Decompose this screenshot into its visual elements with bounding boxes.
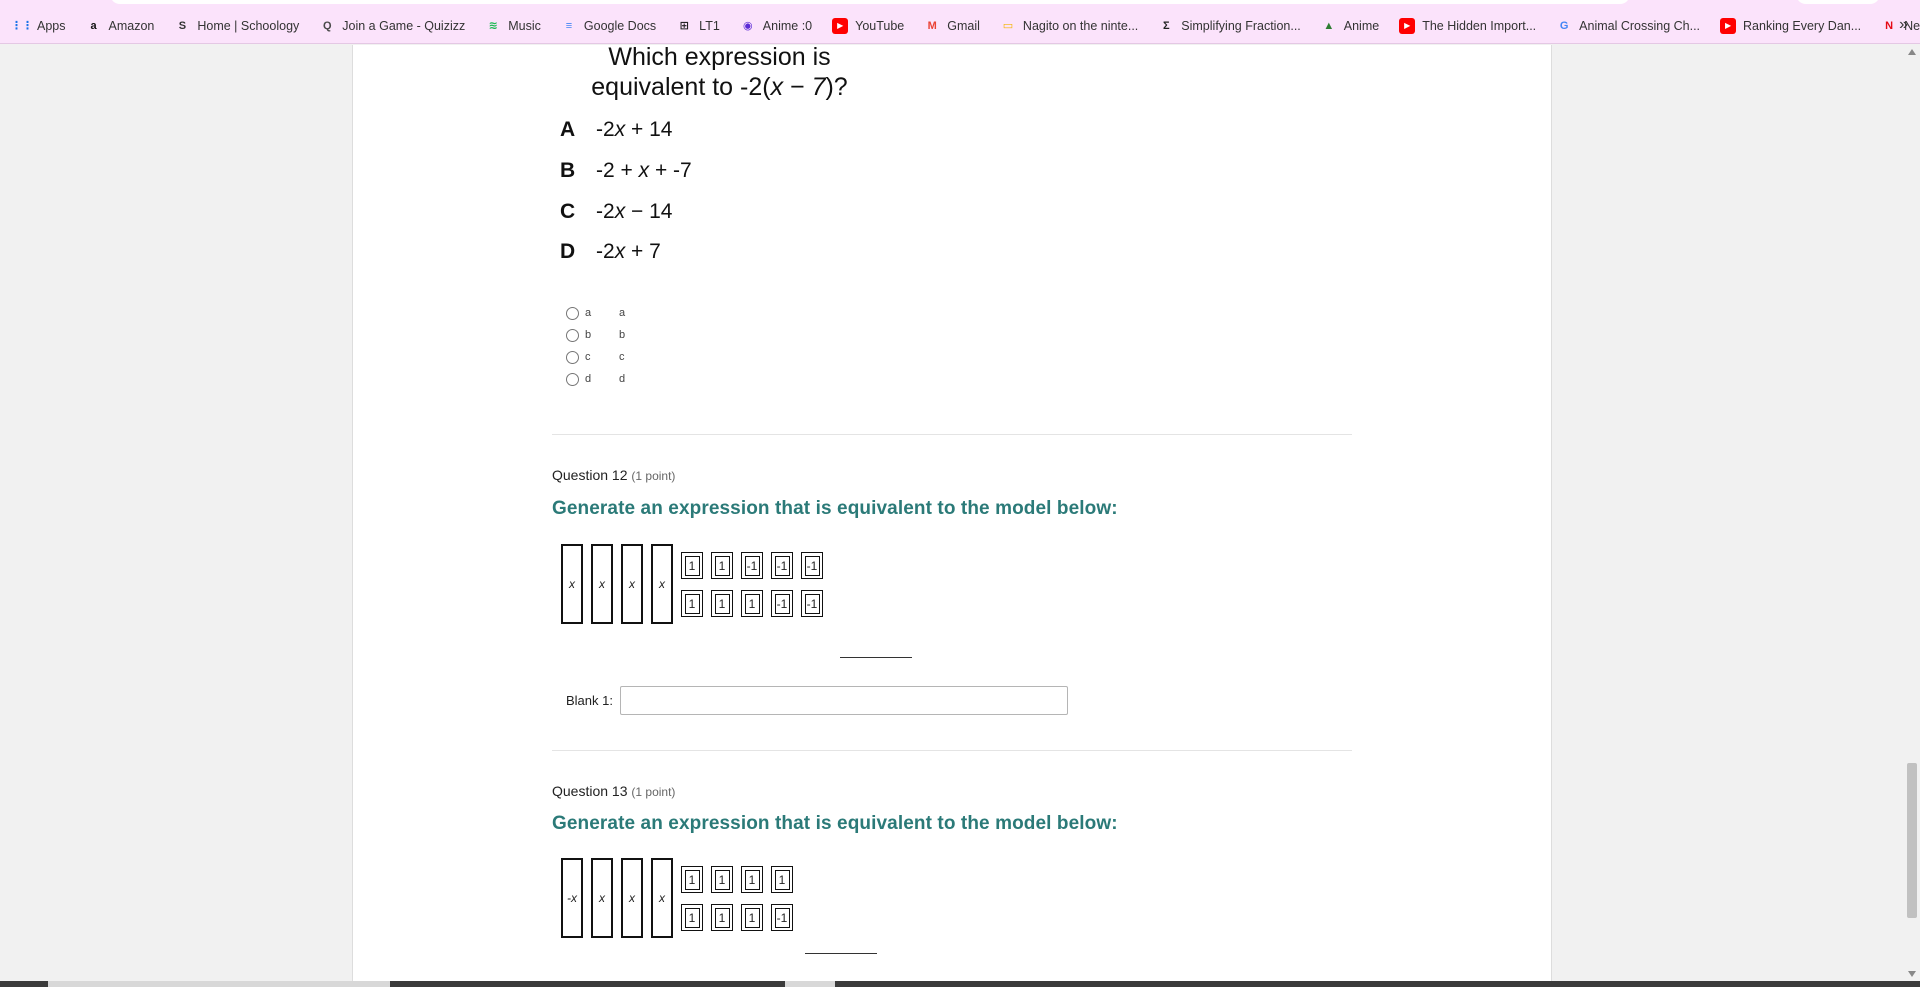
- unit-tile: 1: [711, 904, 733, 931]
- question-13-prompt: Generate an expression that is equivalen…: [552, 813, 1118, 834]
- bookmarks-bar: ⋮⋮ Apps a Amazon S Home | Schoology Q Join a Ga…: [0, 8, 1920, 44]
- option-a: A -2x + 14: [560, 118, 673, 141]
- option-c: C -2x − 14: [560, 200, 673, 223]
- schoology-icon: S: [178, 19, 187, 32]
- quizizz-icon: Q: [323, 19, 332, 32]
- unit-tile: 1: [681, 552, 703, 579]
- radio-button[interactable]: [566, 328, 579, 342]
- unit-tile: -1: [771, 552, 793, 579]
- mountain-icon: ▲: [1323, 19, 1335, 32]
- anime-icon: ◉: [742, 20, 753, 32]
- gmail-icon: M: [927, 19, 937, 32]
- answer-a[interactable]: aa: [566, 302, 625, 324]
- question-11-title-line2: equivalent to -2(x − 7)?: [591, 73, 848, 101]
- bookmark-youtube[interactable]: ▶ YouTube: [832, 13, 904, 39]
- question-13-header: Question 13 (1 point): [552, 783, 676, 799]
- bookmark-simplifying-fraction[interactable]: Σ Simplifying Fraction...: [1158, 13, 1301, 39]
- profile-button[interactable]: [1796, 0, 1880, 4]
- unit-tile: 1: [681, 904, 703, 931]
- page-scrollbar[interactable]: [1904, 45, 1920, 981]
- browser-tab-strip: [0, 0, 1920, 8]
- unit-tile: -1: [771, 904, 793, 931]
- bookmark-gmail[interactable]: M Gmail: [924, 13, 980, 39]
- blank-1-input[interactable]: [620, 686, 1068, 715]
- youtube-icon: ▶: [1399, 17, 1416, 34]
- option-b: B -2 + x + -7: [560, 159, 692, 182]
- lt1-icon: ⊞: [679, 20, 689, 32]
- unit-tile: 1: [711, 866, 733, 893]
- bookmark-ranking-every-dan[interactable]: ▶ Ranking Every Dan...: [1720, 13, 1861, 39]
- question-divider: [552, 434, 1352, 435]
- address-bar[interactable]: [110, 0, 1630, 4]
- bookmark-anime-0[interactable]: ◉ Anime :0: [740, 13, 812, 39]
- bookmark-join-a-game-quizizz[interactable]: Q Join a Game - Quizizz: [319, 13, 465, 39]
- unit-tile: 1: [681, 590, 703, 617]
- scroll-up-icon[interactable]: [1908, 49, 1916, 55]
- question-divider: [552, 750, 1352, 751]
- google-icon: G: [1559, 19, 1569, 32]
- taskbar: [0, 981, 1920, 987]
- answer-d[interactable]: dd: [566, 368, 625, 390]
- google-docs-icon: ≡: [565, 19, 573, 32]
- spotify-icon: ≋: [488, 20, 498, 32]
- youtube-icon: ▶: [832, 17, 849, 34]
- answer-underline: [840, 657, 912, 658]
- unit-tile: 1: [711, 590, 733, 617]
- unit-tile: 1: [741, 590, 763, 617]
- answer-underline: [805, 953, 877, 954]
- question-12-header: Question 12 (1 point): [552, 467, 676, 483]
- unit-tile: 1: [681, 866, 703, 893]
- unit-tile: -1: [801, 552, 823, 579]
- unit-tile: 1: [771, 866, 793, 893]
- question-12-prompt: Generate an expression that is equivalen…: [552, 498, 1118, 519]
- slides-icon: ▭: [1002, 20, 1014, 32]
- unit-tile: 1: [741, 904, 763, 931]
- bookmark-music[interactable]: ≋ Music: [485, 13, 541, 39]
- more-bookmarks-icon[interactable]: »: [1899, 16, 1908, 34]
- x-tile: -x: [561, 858, 583, 938]
- x-tile: x: [621, 544, 643, 624]
- youtube-icon: ▶: [1720, 17, 1737, 34]
- bookmark-the-hidden-import[interactable]: ▶ The Hidden Import...: [1399, 13, 1536, 39]
- netflix-icon: N: [1885, 19, 1894, 32]
- x-tile: x: [591, 544, 613, 624]
- question-11-title-line1: Which expression is: [608, 43, 831, 71]
- x-tile: x: [651, 544, 673, 624]
- bookmark-anime[interactable]: ▲ Anime: [1321, 13, 1379, 39]
- x-tile: x: [591, 858, 613, 938]
- scroll-down-icon[interactable]: [1908, 971, 1916, 977]
- radio-button[interactable]: [566, 306, 579, 320]
- answer-c[interactable]: cc: [566, 346, 625, 368]
- answer-b[interactable]: bb: [566, 324, 625, 346]
- bookmark-home-schoology[interactable]: S Home | Schoology: [174, 13, 300, 39]
- unit-tile: 1: [741, 866, 763, 893]
- amazon-icon: a: [90, 19, 97, 32]
- scrollbar-thumb[interactable]: [1907, 763, 1917, 918]
- bookmark-nagito-on-the-ninte[interactable]: ▭ Nagito on the ninte...: [1000, 13, 1139, 39]
- radio-button[interactable]: [566, 350, 579, 364]
- unit-tile: 1: [711, 552, 733, 579]
- bookmark-google-docs[interactable]: ≡ Google Docs: [561, 13, 656, 39]
- radio-button[interactable]: [566, 372, 579, 386]
- bookmark-apps[interactable]: ⋮⋮ Apps: [11, 13, 66, 39]
- question-11-answers: aa bb cc dd: [566, 302, 625, 390]
- apps-grid-icon: ⋮⋮: [11, 20, 33, 32]
- bookmark-amazon[interactable]: a Amazon: [86, 13, 154, 39]
- unit-tile: -1: [801, 590, 823, 617]
- blank-1-label: Blank 1:: [566, 693, 613, 708]
- x-tile: x: [621, 858, 643, 938]
- unit-tile: -1: [771, 590, 793, 617]
- unit-tile: -1: [741, 552, 763, 579]
- option-d: D -2x + 7: [560, 240, 661, 263]
- x-tile: x: [651, 858, 673, 938]
- sigma-icon: Σ: [1162, 19, 1170, 32]
- bookmark-animal-crossing-ch[interactable]: G Animal Crossing Ch...: [1556, 13, 1700, 39]
- bookmark-lt1[interactable]: ⊞ LT1: [676, 13, 720, 39]
- x-tile: x: [561, 544, 583, 624]
